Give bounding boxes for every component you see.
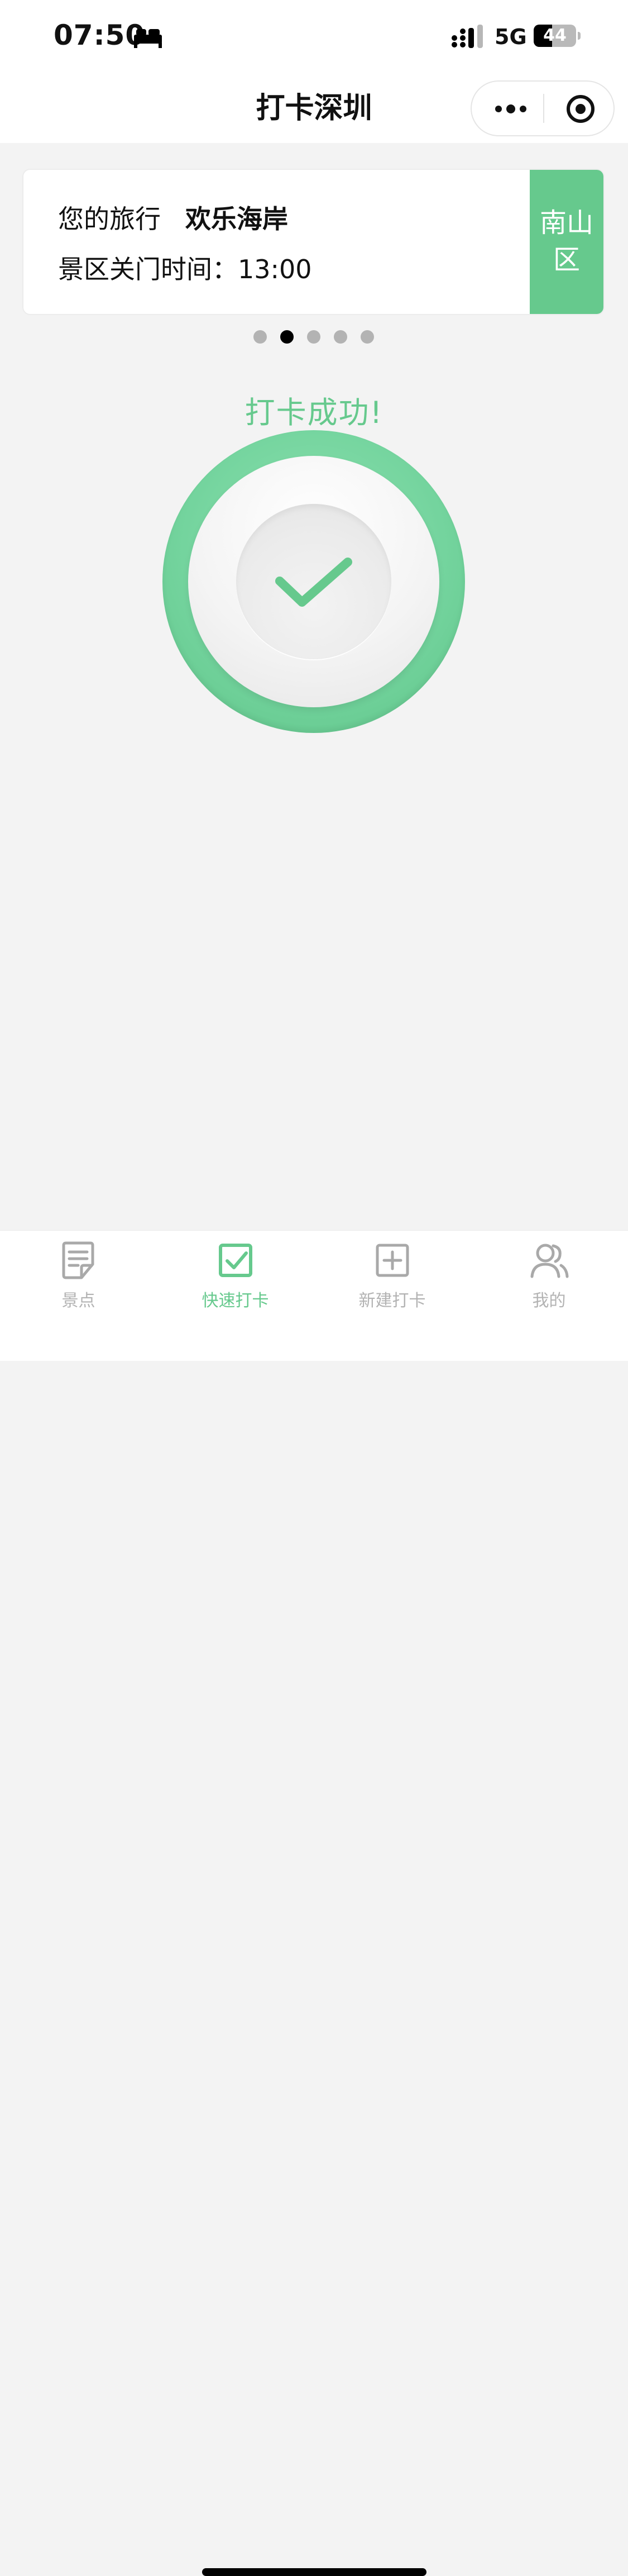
- carousel-dots: [0, 328, 628, 345]
- battery-icon: 44: [534, 25, 582, 47]
- trip-card[interactable]: 您的旅行 欢乐海岸 景区关门时间：13:00 南山区: [22, 169, 605, 315]
- target-close-icon[interactable]: [565, 94, 596, 124]
- checkin-button[interactable]: [162, 430, 465, 733]
- trip-label: 您的旅行: [58, 204, 161, 234]
- tab-label: 景点: [61, 1291, 95, 1311]
- network-type: 5G: [495, 25, 527, 49]
- carousel-dot[interactable]: [361, 330, 374, 344]
- tab-label: 新建打卡: [358, 1291, 426, 1311]
- tab-new-checkin[interactable]: 新建打卡: [314, 1240, 471, 1312]
- carousel-dot[interactable]: [280, 330, 294, 344]
- home-indicator[interactable]: [202, 2568, 426, 2576]
- closing-time: 景区关门时间：13:00: [58, 254, 312, 284]
- checkmark-icon: [275, 558, 352, 607]
- carousel-dot[interactable]: [253, 330, 267, 344]
- checkin-button-core: [236, 504, 391, 659]
- nav-bar: 打卡深圳: [0, 74, 628, 143]
- trip-heading: 您的旅行 欢乐海岸: [58, 199, 288, 236]
- cellular-signal-icon: [452, 25, 483, 48]
- park-name: 欢乐海岸: [185, 204, 288, 234]
- carousel-dot[interactable]: [307, 330, 320, 344]
- tab-scenic-spots[interactable]: 景点: [0, 1240, 157, 1312]
- document-icon: [62, 1241, 94, 1279]
- status-bar: 07:50 5G 44: [0, 0, 628, 74]
- bed-icon: [134, 29, 162, 48]
- capsule-divider: [543, 94, 544, 123]
- mini-program-capsule: [471, 80, 615, 136]
- checkbox-icon: [219, 1244, 252, 1277]
- carousel-dot[interactable]: [334, 330, 347, 344]
- tab-bar: 景点 快速打卡 新建打卡 我的: [0, 1230, 628, 2576]
- battery-level: 44: [543, 26, 567, 45]
- status-time: 07:50: [54, 19, 146, 51]
- tab-quick-checkin[interactable]: 快速打卡: [157, 1240, 314, 1312]
- success-message: 打卡成功!: [245, 395, 383, 430]
- district-tag: 南山区: [530, 170, 603, 314]
- district-label: 南山区: [540, 207, 594, 275]
- more-dots-icon[interactable]: [494, 101, 528, 117]
- users-icon: [530, 1244, 569, 1278]
- tab-label: 我的: [532, 1291, 566, 1311]
- tab-label: 快速打卡: [202, 1291, 269, 1311]
- add-square-icon: [376, 1244, 409, 1277]
- tab-profile[interactable]: 我的: [471, 1240, 627, 1312]
- checkin-button-inner: [188, 456, 439, 707]
